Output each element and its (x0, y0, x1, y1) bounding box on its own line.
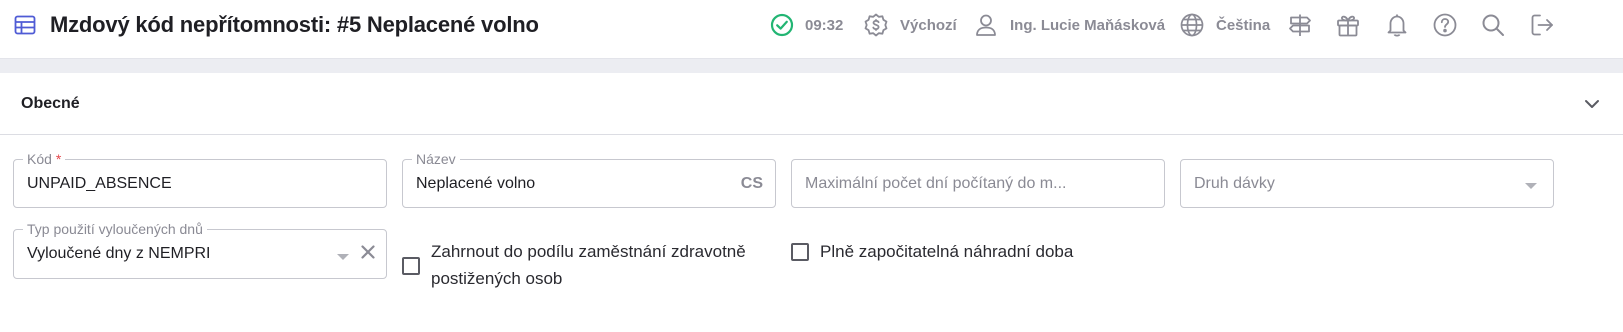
language-label: Čeština (1216, 16, 1271, 34)
max-days-field[interactable]: Maximální počet dní počítaný do m... (791, 159, 1165, 208)
chevron-down-icon[interactable] (337, 254, 349, 260)
include-disabled-checkbox[interactable] (402, 257, 420, 275)
include-disabled-label[interactable]: Zahrnout do podílu zaměstnání zdravotně … (431, 238, 771, 292)
user-name: Ing. Lucie Maňásková (1010, 16, 1166, 34)
user-menu[interactable]: Ing. Lucie Maňásková (973, 12, 1165, 38)
logout-icon[interactable] (1529, 12, 1555, 38)
language-tag[interactable]: CS (741, 175, 763, 193)
section-header-general[interactable]: Obecné (0, 73, 1623, 135)
full-substitute-label[interactable]: Plně započitatelná náhradní doba (820, 238, 1073, 265)
excluded-days-type-label: Typ použití vyloučených dnů (23, 220, 207, 238)
table-icon (13, 13, 37, 37)
currency-icon (863, 12, 889, 38)
name-label: Název (412, 150, 460, 168)
signpost-icon[interactable] (1287, 12, 1313, 38)
chevron-down-icon[interactable] (1525, 183, 1537, 189)
search-icon[interactable] (1480, 12, 1506, 38)
user-icon (973, 12, 999, 38)
excluded-days-type-value: Vyloučené dny z NEMPRI (27, 245, 211, 262)
globe-icon (1179, 12, 1205, 38)
help-icon[interactable] (1432, 12, 1458, 38)
status-time: 09:32 (769, 12, 843, 38)
currency-selector[interactable]: Výchozí (863, 12, 957, 38)
code-label: Kód * (23, 150, 66, 168)
language-selector[interactable]: Čeština (1179, 12, 1270, 38)
gift-icon[interactable] (1335, 12, 1361, 38)
page-title: Mzdový kód nepřítomnosti: #5 Neplacené v… (50, 12, 539, 37)
chevron-down-icon[interactable] (1581, 93, 1603, 115)
code-value: UNPAID_ABSENCE (27, 175, 172, 192)
close-icon[interactable] (358, 242, 378, 262)
status-check-icon (769, 12, 795, 38)
benefit-type-select[interactable]: Druh dávky (1180, 159, 1554, 208)
full-substitute-checkbox[interactable] (791, 243, 809, 261)
benefit-type-placeholder: Druh dávky (1194, 175, 1275, 192)
section-title: Obecné (21, 95, 80, 112)
currency-label: Výchozí (900, 16, 957, 34)
bell-icon[interactable] (1384, 12, 1410, 38)
name-field[interactable]: Název Neplacené volno CS (402, 150, 776, 208)
top-bar: Mzdový kód nepřítomnosti: #5 Neplacené v… (0, 0, 1623, 59)
name-value: Neplacené volno (416, 175, 536, 192)
clock-time: 09:32 (805, 16, 844, 34)
max-days-placeholder: Maximální počet dní počítaný do m... (805, 175, 1067, 192)
excluded-days-type-select[interactable]: Typ použití vyloučených dnů Vyloučené dn… (13, 220, 387, 279)
content-separator (0, 59, 1623, 73)
code-field[interactable]: Kód * UNPAID_ABSENCE (13, 150, 387, 208)
